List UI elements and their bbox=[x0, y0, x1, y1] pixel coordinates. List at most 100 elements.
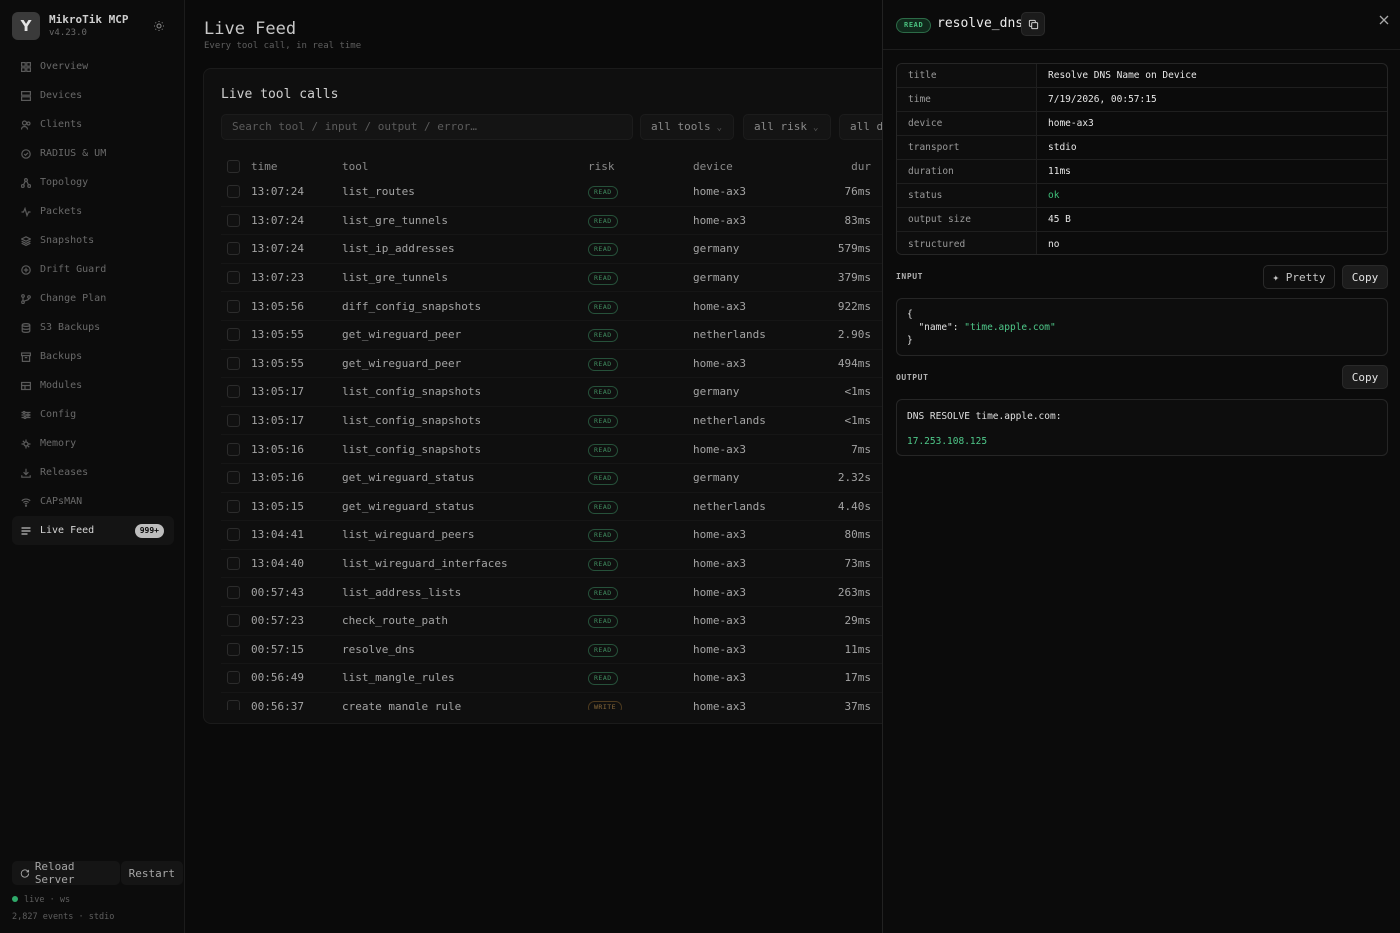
row-checkbox[interactable] bbox=[227, 557, 240, 571]
copy-icon bbox=[1028, 19, 1038, 29]
row-checkbox[interactable] bbox=[227, 442, 240, 456]
col-risk[interactable]: risk bbox=[588, 160, 693, 173]
detail-key: structured bbox=[897, 232, 1037, 254]
row-checkbox[interactable] bbox=[227, 328, 240, 342]
cell-risk: READ bbox=[588, 413, 693, 429]
table-row[interactable]: 13:07:24 list_routes READ home-ax3 76ms bbox=[221, 178, 922, 207]
row-checkbox[interactable] bbox=[227, 614, 240, 628]
row-checkbox[interactable] bbox=[227, 499, 240, 513]
copy-input-button[interactable]: Copy bbox=[1342, 265, 1388, 289]
cell-duration: 263ms bbox=[837, 585, 871, 599]
row-checkbox[interactable] bbox=[227, 585, 240, 599]
risk-badge: READ bbox=[588, 329, 618, 343]
cell-risk: READ bbox=[588, 442, 693, 457]
sidebar-item-s3-backups[interactable]: S3 Backups bbox=[12, 313, 174, 342]
row-checkbox[interactable] bbox=[227, 299, 240, 313]
chevron-down-icon: ⌄ bbox=[716, 123, 723, 133]
table-row[interactable]: 13:07:24 list_ip_addresses READ germany 579m… bbox=[221, 235, 922, 264]
sidebar-item-backups[interactable]: Backups bbox=[12, 342, 174, 371]
sidebar-item-config[interactable]: Config bbox=[12, 400, 174, 429]
sidebar-item-releases[interactable]: Releases bbox=[12, 458, 174, 487]
col-time[interactable]: time bbox=[251, 160, 342, 173]
close-drawer-button[interactable] bbox=[1376, 12, 1392, 28]
sidebar: Y MikroTik MCP v4.23.0 Overview Devices … bbox=[0, 0, 185, 933]
app-version: v4.23.0 bbox=[49, 28, 87, 38]
table-row[interactable]: 13:05:15 get_wireguard_status READ netherla… bbox=[221, 493, 922, 522]
sidebar-item-modules[interactable]: Modules bbox=[12, 371, 174, 400]
row-checkbox[interactable] bbox=[227, 671, 240, 685]
table-row[interactable]: 00:56:49 list_mangle_rules READ home-ax3 17m… bbox=[221, 664, 922, 693]
sidebar-item-clients[interactable]: Clients bbox=[12, 110, 174, 139]
page-subtitle: Every tool call, in real time bbox=[204, 41, 362, 51]
copy-output-button[interactable]: Copy bbox=[1342, 365, 1388, 389]
sidebar-item-capsman[interactable]: CAPsMAN bbox=[12, 487, 174, 516]
table-row[interactable]: 13:05:17 list_config_snapshots READ germany… bbox=[221, 378, 922, 407]
sidebar-item-packets[interactable]: Packets bbox=[12, 197, 174, 226]
cell-device: home-ax3 bbox=[693, 356, 746, 370]
col-dur[interactable]: dur bbox=[811, 160, 871, 173]
table-row[interactable]: 00:57:15 resolve_dns READ home-ax3 11ms bbox=[221, 636, 922, 665]
table-row[interactable]: 13:05:16 get_wireguard_status READ germany 2… bbox=[221, 464, 922, 493]
sidebar-item-topology[interactable]: Topology bbox=[12, 168, 174, 197]
table-row[interactable]: 13:05:56 diff_config_snapshots READ home-ax… bbox=[221, 292, 922, 321]
row-checkbox[interactable] bbox=[227, 699, 240, 710]
cell-device: germany bbox=[693, 271, 740, 285]
row-checkbox[interactable] bbox=[227, 242, 240, 256]
table-row[interactable]: 00:56:37 create_mangle_rule WRITE home-ax3 3… bbox=[221, 693, 922, 710]
detail-row: title Resolve DNS Name on Device bbox=[897, 64, 1387, 88]
reload-server-button[interactable]: Reload Server bbox=[12, 860, 120, 886]
table-row[interactable]: 00:57:23 check_route_path READ home-ax3 29ms bbox=[221, 607, 922, 636]
row-checkbox[interactable] bbox=[227, 213, 240, 227]
sidebar-item-overview[interactable]: Overview bbox=[12, 52, 174, 81]
sidebar-item-devices[interactable]: Devices bbox=[12, 81, 174, 110]
filter-tools-select[interactable]: all tools ⌄ bbox=[640, 114, 734, 140]
row-checkbox[interactable] bbox=[227, 356, 240, 370]
table-row[interactable]: 13:07:24 list_gre_tunnels READ home-ax3 83ms bbox=[221, 207, 922, 236]
live-status-dot bbox=[12, 896, 18, 902]
sidebar-item-change-plan[interactable]: Change Plan bbox=[12, 284, 174, 313]
row-checkbox[interactable] bbox=[227, 471, 240, 485]
filter-risk-select[interactable]: all risk ⌄ bbox=[743, 114, 831, 140]
row-checkbox[interactable] bbox=[227, 414, 240, 428]
row-checkbox[interactable] bbox=[227, 528, 240, 542]
table-row[interactable]: 13:05:55 get_wireguard_peer READ netherland… bbox=[221, 321, 922, 350]
row-checkbox[interactable] bbox=[227, 642, 240, 656]
cell-risk: READ bbox=[588, 270, 693, 286]
table-row[interactable]: 13:04:41 list_wireguard_peers READ home-ax3… bbox=[221, 521, 922, 550]
connection-status: live · ws 2,827 events · stdio bbox=[12, 892, 114, 926]
sidebar-item-live-feed[interactable]: Live Feed 999+ bbox=[12, 516, 174, 545]
sidebar-item-label: Backups bbox=[40, 351, 83, 362]
table-row[interactable]: 13:07:23 list_gre_tunnels READ germany 379ms bbox=[221, 264, 922, 293]
cell-duration: 379ms bbox=[837, 271, 871, 285]
sidebar-item-memory[interactable]: Memory bbox=[12, 429, 174, 458]
sidebar-item-drift-guard[interactable]: Drift Guard bbox=[12, 255, 174, 284]
table-row[interactable]: 13:05:17 list_config_snapshots READ netherl… bbox=[221, 407, 922, 436]
restart-button[interactable]: Restart bbox=[120, 861, 183, 885]
theme-toggle-sun-icon[interactable] bbox=[150, 17, 168, 35]
panel-title: Live tool calls bbox=[221, 87, 339, 102]
table-row[interactable]: 13:05:16 list_config_snapshots READ home-ax… bbox=[221, 435, 922, 464]
table-row[interactable]: 13:04:40 list_wireguard_interfaces READ hom… bbox=[221, 550, 922, 579]
row-checkbox[interactable] bbox=[227, 385, 240, 399]
col-device[interactable]: device bbox=[693, 160, 811, 173]
table-row[interactable]: 00:57:43 list_address_lists READ home-ax3 26… bbox=[221, 578, 922, 607]
live-status-text: live · ws bbox=[24, 895, 71, 905]
sidebar-item-snapshots[interactable]: Snapshots bbox=[12, 226, 174, 255]
table-row[interactable]: 13:05:55 get_wireguard_peer READ home-ax3 49… bbox=[221, 350, 922, 379]
row-checkbox[interactable] bbox=[227, 271, 240, 285]
cell-tool: list_config_snapshots bbox=[342, 442, 482, 456]
sidebar-item-radius[interactable]: RADIUS & UM bbox=[12, 139, 174, 168]
pretty-button[interactable]: ✦ Pretty bbox=[1263, 265, 1335, 289]
json-key: "name" bbox=[918, 322, 953, 333]
cell-tool: list_wireguard_interfaces bbox=[342, 557, 508, 571]
row-checkbox[interactable] bbox=[227, 185, 240, 199]
search-input[interactable]: Search tool / input / output / error… bbox=[221, 114, 633, 140]
copy-title-button[interactable] bbox=[1021, 12, 1045, 36]
details-table: title Resolve DNS Name on Device time 7/19/… bbox=[896, 63, 1388, 255]
cell-tool: get_wireguard_peer bbox=[342, 328, 462, 342]
col-tool[interactable]: tool bbox=[342, 160, 588, 173]
risk-badge: READ bbox=[588, 443, 618, 457]
cell-duration: 73ms bbox=[844, 557, 872, 571]
detail-key: device bbox=[897, 112, 1037, 135]
select-all-checkbox[interactable] bbox=[227, 159, 240, 173]
